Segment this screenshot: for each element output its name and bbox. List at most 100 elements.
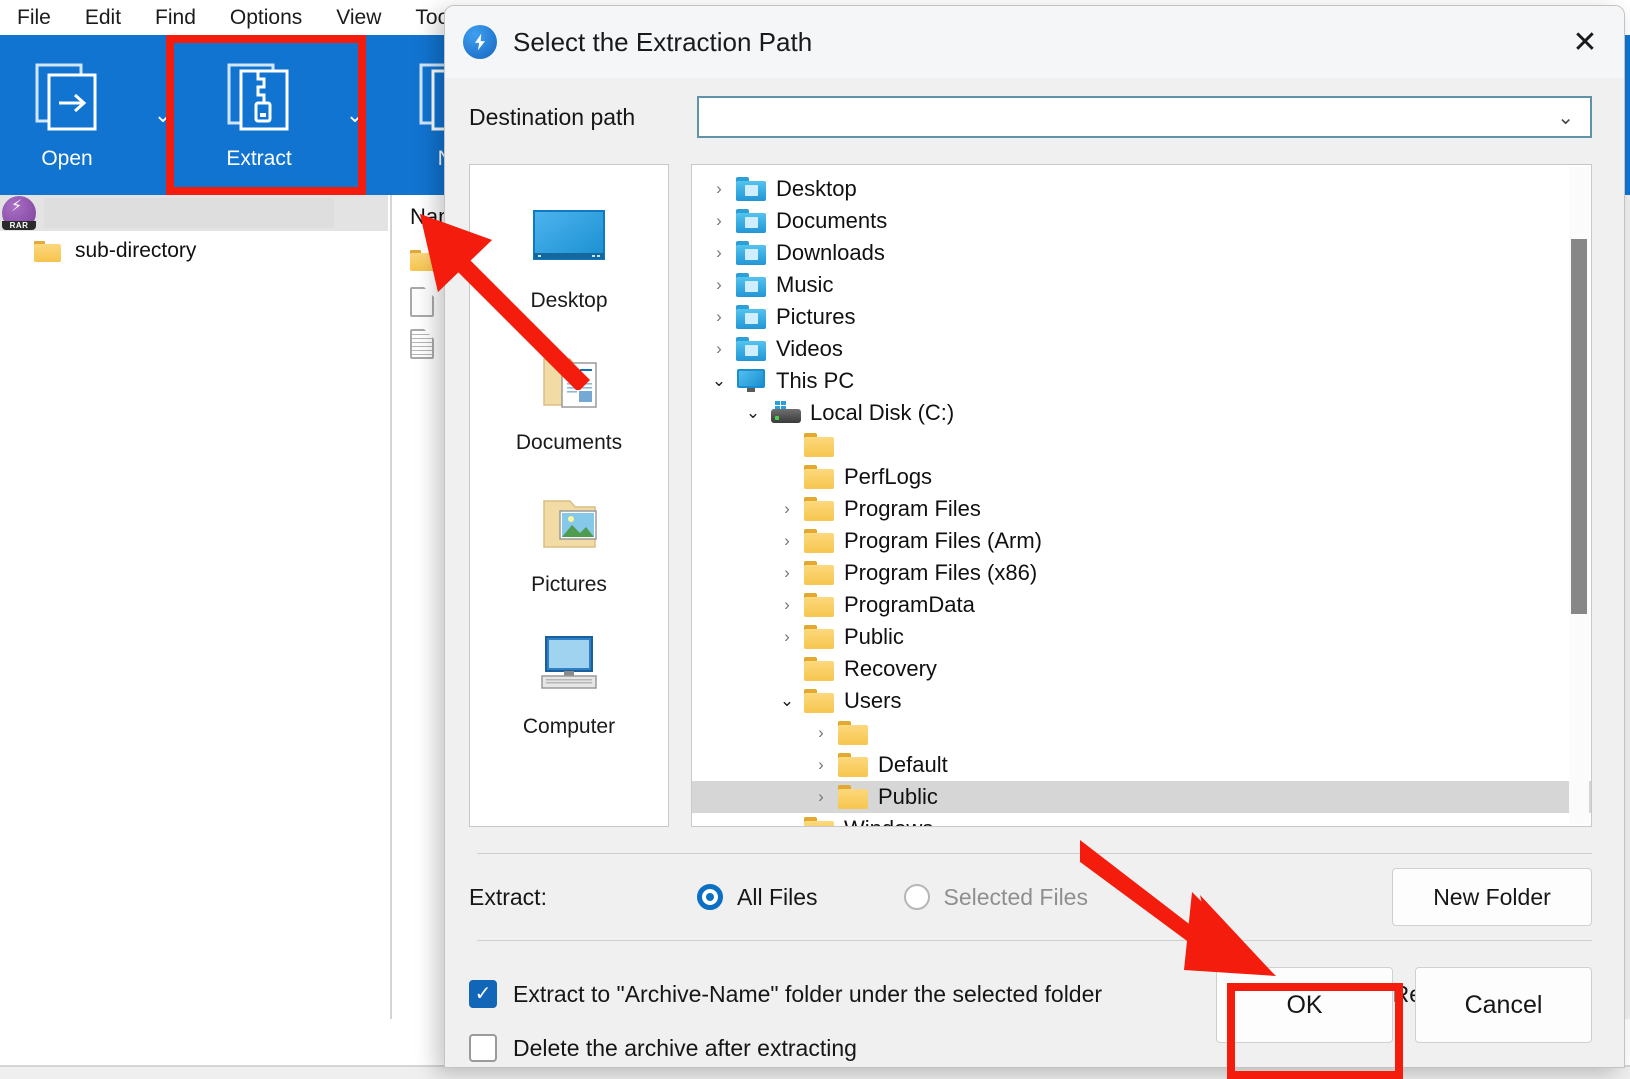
chevron-right-icon[interactable]: ›: [702, 179, 736, 199]
chevron-down-icon[interactable]: ⌄: [702, 371, 736, 391]
open-archive-icon: [31, 59, 103, 135]
bandizip-bolt-icon: [463, 25, 497, 59]
chevron-down-icon[interactable]: ⌄: [1557, 105, 1574, 130]
chevron-right-icon[interactable]: ›: [804, 755, 838, 775]
tree-item[interactable]: › Public: [692, 781, 1591, 813]
pictures-folder-icon: [526, 485, 612, 563]
chevron-right-icon[interactable]: ›: [770, 595, 804, 615]
tree-item[interactable]: › Downloads: [692, 237, 1591, 269]
ok-button[interactable]: OK: [1216, 967, 1393, 1043]
tree-item[interactable]: › ProgramData: [692, 589, 1591, 621]
destination-path-label: Destination path: [469, 103, 636, 130]
toolbar-button-extract[interactable]: Extract: [192, 35, 326, 195]
radio-selected-files-indicator: [903, 884, 930, 910]
tree-item[interactable]: › Program Files: [692, 493, 1591, 525]
checkbox-checked-icon: ✓: [469, 980, 497, 1008]
list-item[interactable]: sub-directory: [0, 231, 388, 271]
computer-monitor-icon: [526, 627, 612, 705]
place-computer[interactable]: Computer: [523, 627, 615, 739]
yellow-folder-icon: [838, 721, 868, 745]
this-pc-monitor-icon: [736, 369, 766, 393]
tree-item[interactable]: › Program Files (Arm): [692, 525, 1591, 557]
menu-item-file[interactable]: File: [0, 0, 68, 35]
checkbox-delete-archive-label: Delete the archive after extracting: [513, 1034, 857, 1061]
tree-item-label: Videos: [776, 336, 843, 361]
chevron-down-icon[interactable]: ⌄: [770, 691, 804, 711]
tree-item[interactable]: [692, 429, 1591, 461]
extract-label: Extract:: [469, 883, 547, 910]
toolbar-button-extract-label: Extract: [226, 147, 292, 170]
menu-item-edit[interactable]: Edit: [68, 0, 138, 35]
radio-selected-files[interactable]: Selected Files: [903, 884, 1088, 911]
blue-folder-videos-icon: [736, 337, 766, 361]
chevron-right-icon[interactable]: ›: [770, 499, 804, 519]
tree-item[interactable]: › Windows: [692, 813, 1591, 826]
document-icon: [410, 287, 434, 317]
chevron-right-icon[interactable]: ›: [770, 627, 804, 647]
place-desktop[interactable]: Desktop: [526, 201, 612, 313]
tree-item[interactable]: › Music: [692, 269, 1591, 301]
cancel-button[interactable]: Cancel: [1415, 967, 1592, 1043]
yellow-folder-icon: [804, 561, 834, 585]
tree-item[interactable]: ⌄ Local Disk (C:): [692, 397, 1591, 429]
close-icon[interactable]: ✕: [1546, 6, 1624, 78]
extract-options-row: Extract: All Files Selected Files New Fo…: [445, 854, 1624, 940]
address-input[interactable]: [44, 198, 334, 228]
chevron-right-icon[interactable]: ›: [770, 563, 804, 583]
chevron-right-icon[interactable]: ›: [770, 531, 804, 551]
folder-tree: › Desktop › Documents › Downloads › Music › Pictu…: [692, 165, 1591, 826]
chevron-right-icon[interactable]: ›: [804, 787, 838, 807]
tree-item-label: Pictures: [776, 304, 856, 329]
open-dropdown-caret-icon[interactable]: ⌄: [134, 35, 192, 195]
tree-item[interactable]: › Public: [692, 621, 1591, 653]
tree-item[interactable]: ⌄ This PC: [692, 365, 1591, 397]
chevron-right-icon[interactable]: ›: [702, 275, 736, 295]
toolbar-button-open[interactable]: Open: [0, 35, 134, 195]
archive-address-bar[interactable]: ⚡ RAR: [0, 195, 388, 231]
dialog-footer-buttons: OK Cancel: [1216, 967, 1592, 1043]
menu-item-view[interactable]: View: [319, 0, 398, 35]
text-document-icon: [410, 329, 434, 359]
new-folder-button[interactable]: New Folder: [1392, 868, 1592, 926]
chevron-right-icon[interactable]: ›: [702, 243, 736, 263]
place-pictures[interactable]: Pictures: [526, 485, 612, 597]
radio-all-files-indicator: [697, 884, 723, 910]
tree-item[interactable]: › Program Files (x86): [692, 557, 1591, 589]
tree-item[interactable]: ›: [692, 717, 1591, 749]
menu-item-options[interactable]: Options: [213, 0, 319, 35]
checkbox-unchecked-icon: [469, 1034, 497, 1062]
menu-item-find[interactable]: Find: [138, 0, 213, 35]
tree-item[interactable]: › Desktop: [692, 173, 1591, 205]
extract-dropdown-caret-icon[interactable]: ⌄: [326, 35, 384, 195]
yellow-folder-icon: [804, 497, 834, 521]
dialog-title: Select the Extraction Path: [513, 26, 813, 57]
place-documents[interactable]: A Documents: [516, 343, 622, 455]
dialog-title-bar: Select the Extraction Path ✕: [445, 6, 1624, 78]
folder-tree-scrollbar[interactable]: [1569, 167, 1589, 824]
rar-badge-label: RAR: [2, 221, 36, 230]
chevron-right-icon[interactable]: ›: [770, 819, 804, 826]
chevron-right-icon[interactable]: ›: [804, 723, 838, 743]
chevron-down-icon[interactable]: ⌄: [736, 403, 770, 423]
list-item-label: sub-directory: [75, 239, 197, 262]
local-disk-icon: [770, 401, 801, 425]
blue-folder-downloads-icon: [736, 241, 766, 265]
destination-path-input[interactable]: ⌄: [697, 96, 1592, 138]
blue-folder-documents-icon: [736, 209, 766, 233]
radio-all-files[interactable]: All Files: [697, 884, 818, 911]
tree-item[interactable]: PerfLogs: [692, 461, 1591, 493]
folder-tree-scrollbar-thumb[interactable]: [1571, 239, 1587, 614]
extraction-path-dialog: Select the Extraction Path ✕ Destination…: [444, 5, 1625, 1068]
tree-item[interactable]: ⌄ Users: [692, 685, 1591, 717]
chevron-right-icon[interactable]: ›: [702, 339, 736, 359]
chevron-right-icon[interactable]: ›: [702, 211, 736, 231]
tree-item-label: Users: [844, 688, 902, 713]
chevron-right-icon[interactable]: ›: [702, 307, 736, 327]
tree-item[interactable]: Recovery: [692, 653, 1591, 685]
tree-item[interactable]: › Videos: [692, 333, 1591, 365]
tree-item[interactable]: › Documents: [692, 205, 1591, 237]
place-desktop-label: Desktop: [530, 289, 608, 312]
tree-item[interactable]: › Default: [692, 749, 1591, 781]
tree-item[interactable]: › Pictures: [692, 301, 1591, 333]
yellow-folder-icon: [804, 593, 834, 617]
